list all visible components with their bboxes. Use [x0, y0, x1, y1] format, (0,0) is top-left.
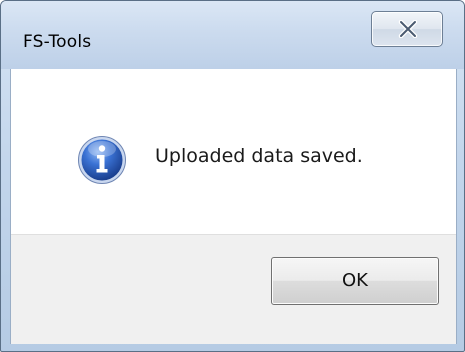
dialog-content: Uploaded data saved. OK	[10, 69, 457, 344]
title-bar[interactable]: FS-Tools	[1, 1, 464, 69]
ok-button[interactable]: OK	[271, 257, 439, 305]
close-icon	[398, 20, 418, 38]
information-icon	[78, 136, 126, 184]
close-button[interactable]	[371, 11, 443, 47]
message-area: Uploaded data saved.	[11, 69, 456, 234]
button-area: OK	[11, 234, 456, 344]
dialog-message: Uploaded data saved.	[155, 145, 363, 167]
window-title: FS-Tools	[23, 32, 92, 52]
message-dialog-window: FS-Tools Uploaded data saved. OK	[0, 0, 465, 352]
